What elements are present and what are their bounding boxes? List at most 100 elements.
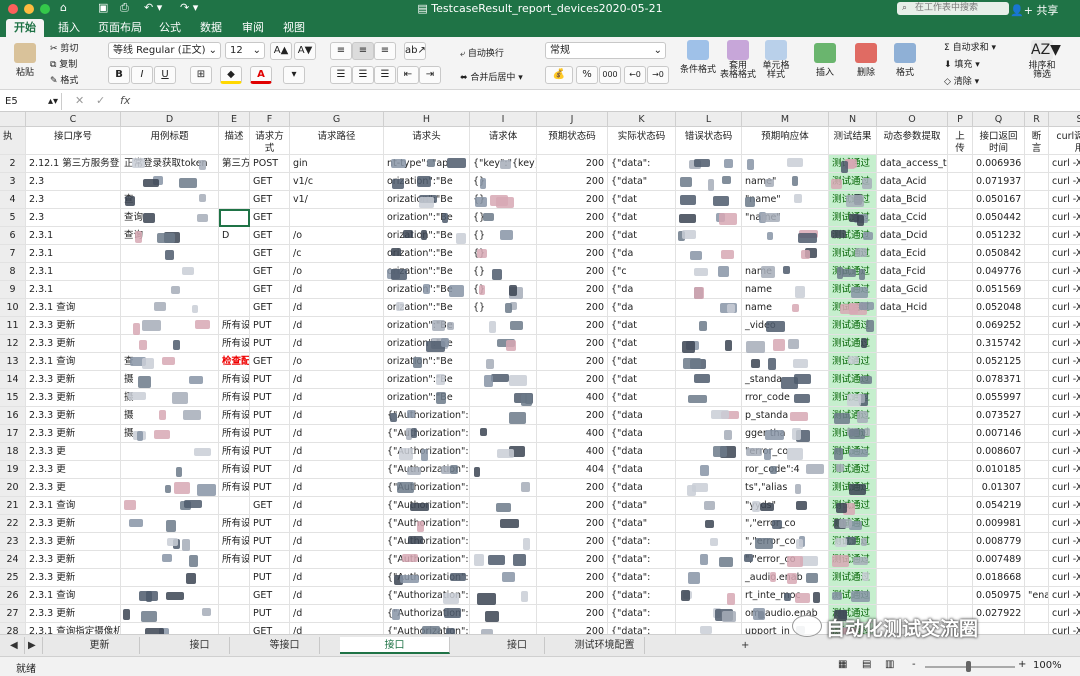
table-cell[interactable]: 2.12.1 第三方服务登录 [26,155,121,173]
table-cell[interactable]: 200 [537,317,608,335]
sheet-tab[interactable]: 更新 [60,637,140,654]
table-cell[interactable]: 200 [537,515,608,533]
table-cell[interactable]: 200 [537,353,608,371]
table-cell[interactable]: PUT [250,515,290,533]
table-cell[interactable]: 摄 [121,407,219,425]
table-cell[interactable]: 0.010185 [973,461,1025,479]
table-cell[interactable] [219,191,250,209]
number-format-select[interactable]: 常规 ⌄ [545,42,666,59]
tab-home[interactable]: 开始 [6,19,44,37]
column-header-i[interactable]: I [470,112,537,127]
table-cell[interactable] [877,551,948,569]
format-cells-button[interactable]: 格式 [880,43,930,78]
table-cell[interactable]: PUT [250,335,290,353]
table-cell[interactable] [219,173,250,191]
column-title[interactable]: 上传下载文件 [948,127,973,155]
merge-center-button[interactable]: ⬌ 合并后居中 ▾ [460,70,523,83]
table-cell[interactable] [1025,425,1049,443]
comma-button[interactable]: 000 [599,66,621,84]
table-cell[interactable] [121,335,219,353]
table-cell[interactable]: /d [290,623,384,634]
table-cell[interactable]: 0.052125 [973,353,1025,371]
table-cell[interactable]: 所有设 [219,335,250,353]
table-cell[interactable]: 测试通过 [829,569,877,587]
fill-color-button[interactable]: ◆ [220,66,242,84]
table-cell[interactable]: _video [742,317,829,335]
increase-indent-button[interactable]: ⇥ [419,66,441,84]
table-cell[interactable]: 0.007146 [973,425,1025,443]
row-header[interactable]: 17 [0,425,26,443]
table-cell[interactable] [877,317,948,335]
table-cell[interactable] [1025,335,1049,353]
table-cell[interactable]: PUT [250,317,290,335]
column-title[interactable]: 测试结果 [829,127,877,155]
table-cell[interactable] [742,155,829,173]
tab-page-layout[interactable]: 页面布局 [90,19,150,37]
row-header[interactable]: 28 [0,623,26,634]
table-cell[interactable] [676,569,742,587]
table-cell[interactable] [948,443,973,461]
table-cell[interactable]: 200 [537,587,608,605]
table-cell[interactable] [948,299,973,317]
table-cell[interactable]: 200 [537,191,608,209]
row-header[interactable]: 7 [0,245,26,263]
cell-styles-button[interactable]: 单元格 样式 [751,40,801,80]
table-cell[interactable]: curl -X PUT -H [1049,461,1080,479]
table-cell[interactable]: curl -X GET -H [1049,281,1080,299]
table-cell[interactable]: PUT [250,479,290,497]
table-cell[interactable]: 2.3.3 更新 [26,335,121,353]
table-cell[interactable] [948,191,973,209]
table-cell[interactable]: curl -X GET -H [1049,245,1080,263]
table-cell[interactable]: /d [290,317,384,335]
table-cell[interactable] [877,479,948,497]
row-header[interactable]: 16 [0,407,26,425]
table-cell[interactable]: {"data": [608,533,676,551]
table-cell[interactable]: {"Authorization":"B [384,515,470,533]
table-cell[interactable]: {"data" [608,173,676,191]
table-cell[interactable]: /d [290,605,384,623]
table-cell[interactable]: 检查配置 [219,353,250,371]
table-cell[interactable]: "enab [1025,587,1049,605]
column-header-g[interactable]: G [290,112,384,127]
table-cell[interactable]: 0.027922 [973,605,1025,623]
table-cell[interactable]: {"Authorization":"B [384,533,470,551]
table-cell[interactable]: curl -X GET -H [1049,623,1080,634]
table-cell[interactable]: 0.315742 [973,335,1025,353]
table-cell[interactable]: /d [290,371,384,389]
row-header[interactable]: 11 [0,317,26,335]
column-title[interactable]: curl调试使用 [1049,127,1080,155]
table-cell[interactable] [219,497,250,515]
table-cell[interactable]: /d [290,281,384,299]
table-cell[interactable] [121,623,219,634]
confirm-icon[interactable]: ✓ [96,94,105,107]
table-cell[interactable]: /d [290,389,384,407]
column-title[interactable]: 请求路径 [290,127,384,155]
column-title[interactable]: 请求体 [470,127,537,155]
table-cell[interactable] [948,587,973,605]
table-cell[interactable] [219,569,250,587]
table-cell[interactable]: orization":"Be [384,371,470,389]
tab-review[interactable]: 审阅 [234,19,272,37]
table-cell[interactable] [1025,191,1049,209]
tab-formulas[interactable]: 公式 [151,19,189,37]
column-header-r[interactable]: R [1025,112,1049,127]
table-cell[interactable]: 所有设 [219,461,250,479]
table-cell[interactable]: GET [250,245,290,263]
table-cell[interactable]: {"c [608,263,676,281]
decrease-decimal-button[interactable]: →0 [647,66,669,84]
row-header[interactable]: 21 [0,497,26,515]
table-cell[interactable]: /d [290,515,384,533]
table-cell[interactable] [948,227,973,245]
normal-view-icon[interactable]: ▦ [838,659,847,670]
table-cell[interactable]: curl -X GET -H [1049,209,1080,227]
table-cell[interactable] [877,353,948,371]
table-cell[interactable]: 200 [537,245,608,263]
table-cell[interactable] [948,551,973,569]
table-cell[interactable] [877,587,948,605]
column-title[interactable]: 用例标题 [121,127,219,155]
table-cell[interactable]: 0.071937 [973,173,1025,191]
sheet-tab[interactable]: 接口 [170,637,230,654]
column-header-n[interactable]: N [829,112,877,127]
table-cell[interactable]: 0.007489 [973,551,1025,569]
table-cell[interactable]: data_Bcid [877,191,948,209]
